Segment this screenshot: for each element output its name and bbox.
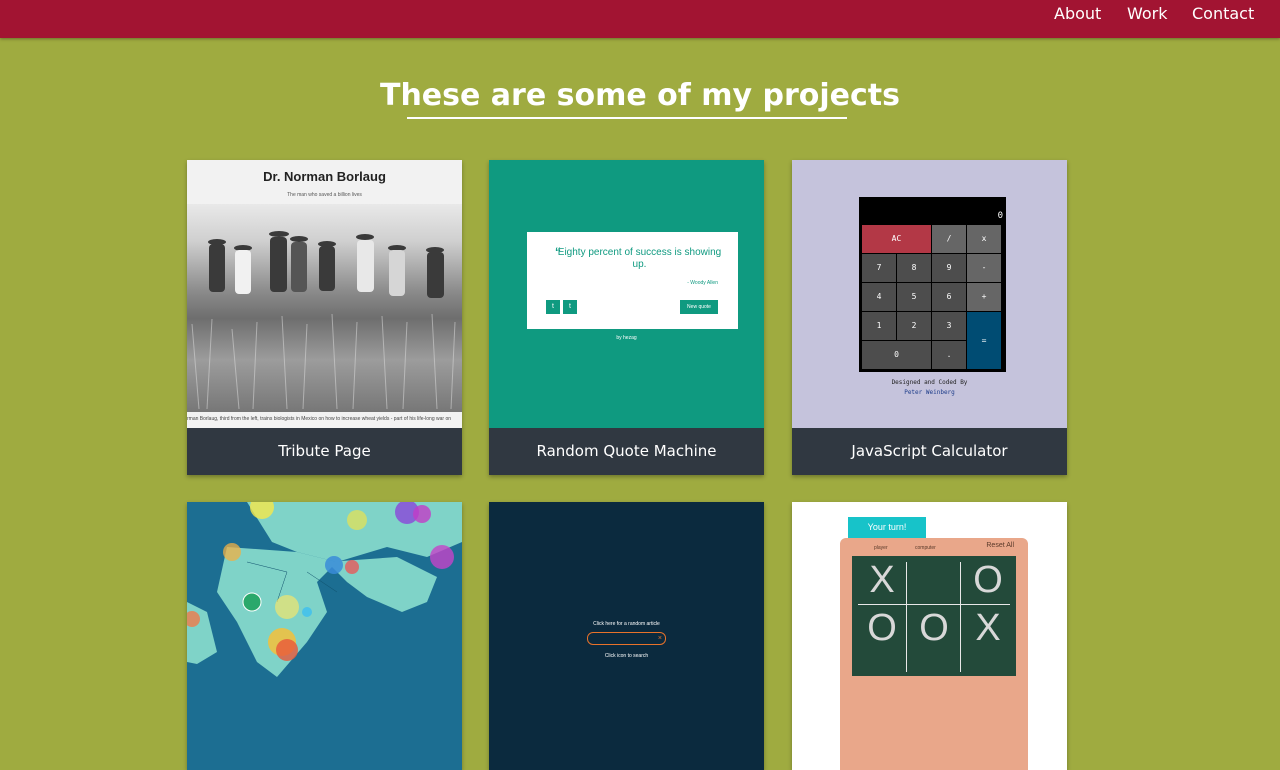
calc-key-equals: =: [967, 312, 1001, 369]
calc-key-5: 5: [897, 283, 931, 311]
reset-all-button: Reset All: [986, 542, 1014, 549]
board-line: [858, 604, 1010, 605]
tribute-photo: [187, 204, 462, 412]
calc-key-plus: +: [967, 283, 1001, 311]
close-icon: ×: [657, 635, 662, 642]
quote-credit: by hezag: [616, 335, 637, 341]
quote-thumbnail: “ Eighty percent of success is showing u…: [489, 160, 764, 428]
calc-key-1: 1: [862, 312, 896, 340]
new-quote-button: New quote: [680, 300, 718, 314]
map-thumbnail: [187, 502, 462, 770]
project-caption: Tribute Page: [187, 428, 462, 475]
wiki-thumbnail: Click here for a random article × Click …: [489, 502, 764, 770]
calculator-thumbnail: 0 AC / x 7 8 9 - 4 5 6 + 1 2 3 = 0 . Des…: [792, 160, 1067, 428]
calc-key-minus: -: [967, 254, 1001, 282]
computer-label: computer: [915, 545, 936, 551]
search-hint: Click icon to search: [604, 653, 649, 659]
board-line: [960, 562, 961, 672]
board-cell: [910, 558, 958, 602]
project-card-map[interactable]: [187, 502, 462, 770]
quote-text: Eighty percent of success is showing up.: [557, 247, 722, 270]
project-card-calculator[interactable]: 0 AC / x 7 8 9 - 4 5 6 + 1 2 3 = 0 . Des…: [792, 160, 1067, 475]
nav-link-contact[interactable]: Contact: [1192, 4, 1254, 23]
calc-key-divide: /: [932, 225, 966, 253]
wiki-search-box: ×: [587, 632, 666, 645]
project-card-tribute[interactable]: Dr. Norman Borlaug The man who saved a b…: [187, 160, 462, 475]
tribute-subtitle: The man who saved a billion lives: [287, 192, 362, 198]
calc-key-0: 0: [862, 341, 931, 369]
quote-box: “ Eighty percent of success is showing u…: [527, 232, 738, 329]
nav-link-about[interactable]: About: [1054, 4, 1101, 23]
calc-row-456: 4 5: [862, 283, 931, 311]
calc-key-decimal: .: [932, 341, 966, 369]
calculator-display: 0: [997, 211, 1003, 221]
project-caption: Random Quote Machine: [489, 428, 764, 475]
calc-key-4: 4: [862, 283, 896, 311]
project-card-tic-tac-toe[interactable]: Your turn! player computer Reset All X O…: [792, 502, 1067, 770]
tictactoe-thumbnail: Your turn! player computer Reset All X O…: [792, 502, 1067, 770]
calc-row-789: 7 8: [862, 254, 931, 282]
calc-key-6: 6: [932, 283, 966, 311]
calculator-keypad: AC / x 7 8 9 - 4 5 6 + 1 2 3 = 0 .: [862, 225, 1003, 369]
projects-heading: These are some of my projects: [379, 78, 901, 113]
calculator-author: Peter Weinberg: [904, 389, 955, 396]
project-caption: JavaScript Calculator: [792, 428, 1067, 475]
board-cell: O: [867, 607, 897, 649]
top-navbar: About Work Contact: [0, 0, 1280, 38]
turn-label: Your turn!: [848, 517, 926, 538]
tribute-title: Dr. Norman Borlaug: [263, 169, 386, 184]
game-frame: player computer Reset All X O O O X: [840, 538, 1028, 770]
calc-key-3: 3: [932, 312, 966, 340]
heading-underline: [407, 117, 847, 119]
calculator-body: 0 AC / x 7 8 9 - 4 5 6 + 1 2 3 = 0 .: [859, 197, 1006, 372]
quote-author: - Woody Allen: [687, 280, 718, 286]
calc-row-123: 1 2: [862, 312, 931, 340]
project-card-quote-machine[interactable]: “ Eighty percent of success is showing u…: [489, 160, 764, 475]
calculator-designed-text: Designed and Coded By: [891, 379, 968, 386]
board-cell: O: [919, 607, 949, 649]
calc-key-clear: AC: [862, 225, 931, 253]
calc-key-7: 7: [862, 254, 896, 282]
nav-link-work[interactable]: Work: [1127, 4, 1168, 23]
calc-key-9: 9: [932, 254, 966, 282]
calc-key-multiply: x: [967, 225, 1001, 253]
player-label: player: [874, 545, 888, 551]
random-article-link: Click here for a random article: [593, 621, 660, 627]
tumblr-icon: t: [563, 300, 577, 314]
board-line: [906, 562, 907, 672]
twitter-icon: t: [546, 300, 560, 314]
board-cell: X: [975, 607, 1001, 649]
project-card-wiki-viewer[interactable]: Click here for a random article × Click …: [489, 502, 764, 770]
game-board: X O O O X: [852, 556, 1016, 676]
board-cell: O: [973, 559, 1003, 601]
tribute-photo-caption: rman Borlaug, third from the left, train…: [187, 416, 452, 422]
board-cell: X: [869, 559, 895, 601]
tribute-thumbnail: Dr. Norman Borlaug The man who saved a b…: [187, 160, 462, 428]
calc-key-8: 8: [897, 254, 931, 282]
calc-key-2: 2: [897, 312, 931, 340]
